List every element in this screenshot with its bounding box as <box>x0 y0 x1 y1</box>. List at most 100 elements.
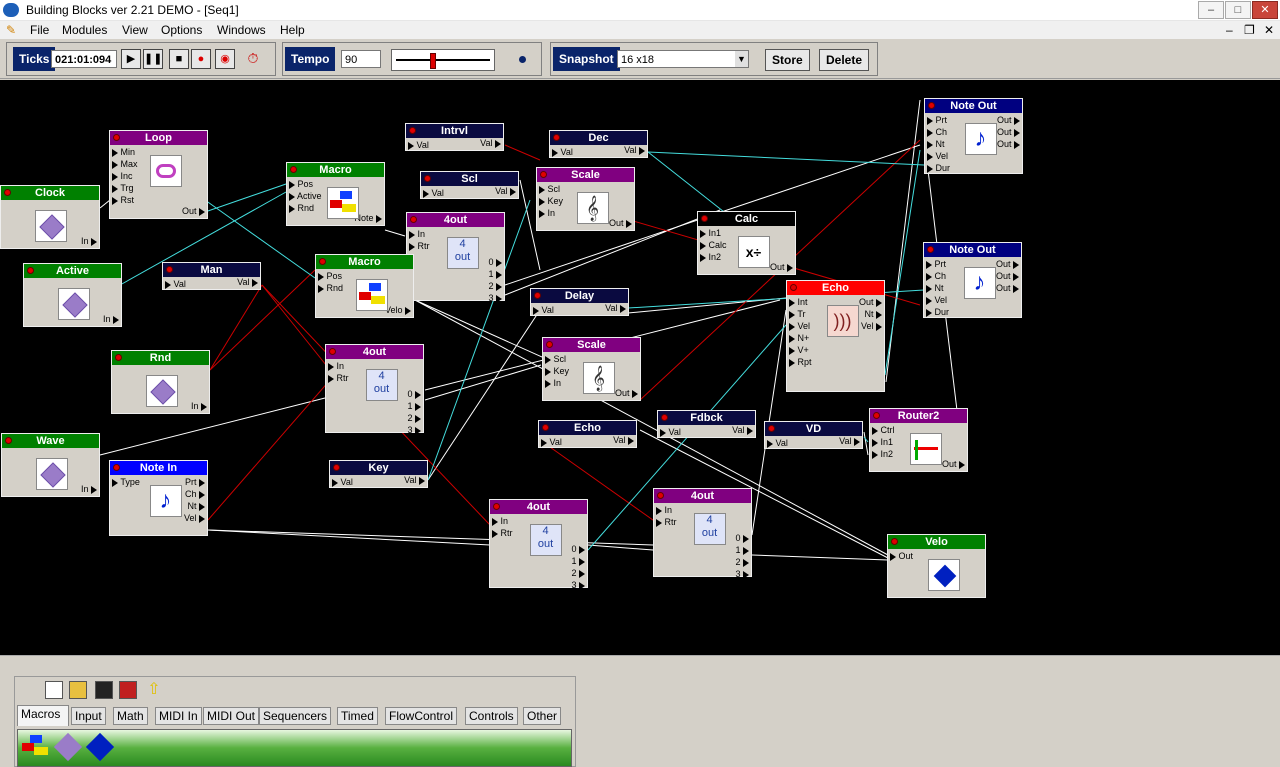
input-port[interactable]: Vel <box>789 321 810 331</box>
output-port[interactable]: 2 <box>407 413 421 423</box>
module-title[interactable]: Dec <box>550 131 647 145</box>
module-4out4[interactable]: 4out In Rtr 0 1 2 3 4 out <box>653 488 752 579</box>
status-led-icon[interactable] <box>701 215 708 222</box>
status-led-icon[interactable] <box>661 414 668 421</box>
tab-timed[interactable]: Timed <box>337 707 378 725</box>
input-port[interactable]: Val <box>408 140 429 150</box>
input-port[interactable]: Val <box>552 147 573 157</box>
input-port[interactable]: Prt <box>927 115 947 125</box>
input-port[interactable]: Tr <box>789 309 806 319</box>
status-led-icon[interactable] <box>409 127 416 134</box>
input-port[interactable]: Out <box>890 551 913 561</box>
input-port[interactable]: Rtr <box>656 517 677 527</box>
input-port[interactable]: Dur <box>927 163 950 173</box>
module-title[interactable]: Note Out <box>925 99 1022 113</box>
module-title[interactable]: Scl <box>421 172 518 186</box>
module-scale2[interactable]: Scale Scl Key In Out 𝄞 <box>542 337 641 401</box>
status-led-icon[interactable] <box>290 166 297 173</box>
input-port[interactable]: Pos <box>289 179 313 189</box>
output-port[interactable]: In <box>103 314 119 324</box>
module-title[interactable]: Active <box>24 264 121 278</box>
input-port[interactable]: Nt <box>927 139 945 149</box>
module-title[interactable]: Man <box>163 263 260 277</box>
module-noteout2[interactable]: Note Out Prt Ch Nt Vel Dur Out Out Out ♪ <box>923 242 1022 318</box>
module-scl[interactable]: Scl Val Val <box>420 171 519 199</box>
input-port[interactable]: Inc <box>112 171 133 181</box>
module-title[interactable]: 4out <box>407 213 504 227</box>
new-icon[interactable] <box>45 681 63 699</box>
input-port[interactable]: Dur <box>926 307 949 317</box>
input-port[interactable]: Key <box>545 366 569 376</box>
input-port[interactable]: Scl <box>539 184 560 194</box>
output-port[interactable]: Out <box>997 115 1020 125</box>
output-port[interactable]: Out <box>996 283 1019 293</box>
output-port[interactable]: 3 <box>571 580 585 590</box>
status-led-icon[interactable] <box>113 134 120 141</box>
input-port[interactable]: In <box>409 229 425 239</box>
module-title[interactable]: Loop <box>110 131 207 145</box>
output-port[interactable]: Val <box>613 435 634 445</box>
status-led-icon[interactable] <box>410 216 417 223</box>
output-port[interactable]: Out <box>996 259 1019 269</box>
module-title[interactable]: Wave <box>2 434 99 448</box>
output-port[interactable]: Note <box>354 213 382 223</box>
status-led-icon[interactable] <box>5 437 12 444</box>
tempo-slider-thumb[interactable] <box>430 53 436 69</box>
tab-macros[interactable]: Macros <box>17 705 69 726</box>
output-port[interactable]: Ch <box>185 489 205 499</box>
output-port[interactable]: Out <box>997 127 1020 137</box>
menu-file[interactable]: File <box>30 23 49 37</box>
output-port[interactable]: Vel <box>184 513 205 523</box>
output-port[interactable]: 2 <box>571 568 585 578</box>
output-port[interactable]: Nt <box>864 309 882 319</box>
module-router2[interactable]: Router2 Ctrl In1 In2 Out <box>869 408 968 472</box>
status-led-icon[interactable] <box>4 189 11 196</box>
input-port[interactable]: Vel <box>926 295 947 305</box>
input-port[interactable]: Key <box>539 196 563 206</box>
output-port[interactable]: 2 <box>488 281 502 291</box>
status-led-icon[interactable] <box>927 246 934 253</box>
module-wave[interactable]: Wave In <box>1 433 100 497</box>
input-port[interactable]: Active <box>289 191 322 201</box>
output-port[interactable]: Out <box>182 206 205 216</box>
module-4out1[interactable]: 4out In Rtr 0 1 2 3 4 out <box>406 212 505 303</box>
input-port[interactable]: Val <box>533 305 554 315</box>
module-title[interactable]: Fdbck <box>658 411 755 425</box>
input-port[interactable]: Val <box>423 188 444 198</box>
status-led-icon[interactable] <box>534 292 541 299</box>
child-minimize-button[interactable]: – <box>1226 23 1233 37</box>
output-port[interactable]: 1 <box>571 556 585 566</box>
module-title[interactable]: Note In <box>110 461 207 475</box>
module-noteout1[interactable]: Note Out Prt Ch Nt Vel Dur Out Out Out ♪ <box>924 98 1023 174</box>
input-port[interactable]: Rtr <box>409 241 430 251</box>
record-icon[interactable]: ● <box>191 49 211 69</box>
input-port[interactable]: N+ <box>789 333 809 343</box>
input-port[interactable]: Type <box>112 477 140 487</box>
tempo-slider[interactable] <box>391 49 495 71</box>
module-title[interactable]: Key <box>330 461 427 475</box>
output-port[interactable]: 2 <box>735 557 749 567</box>
input-port[interactable]: Prt <box>926 259 946 269</box>
store-button[interactable]: Store <box>765 49 810 71</box>
input-port[interactable]: In <box>492 516 508 526</box>
input-port[interactable]: In <box>539 208 555 218</box>
child-close-button[interactable]: ✕ <box>1264 23 1274 37</box>
output-port[interactable]: Prt <box>185 477 205 487</box>
input-port[interactable]: Ctrl <box>872 425 895 435</box>
input-port[interactable]: Calc <box>700 240 727 250</box>
metronome-icon[interactable]: ⏱ <box>243 49 263 69</box>
input-port[interactable]: Pos <box>318 271 342 281</box>
output-port[interactable]: 3 <box>735 569 749 579</box>
output-port[interactable]: 1 <box>735 545 749 555</box>
tab-math[interactable]: Math <box>113 707 148 725</box>
module-title[interactable]: Echo <box>539 421 636 435</box>
status-led-icon[interactable] <box>333 464 340 471</box>
input-port[interactable]: Vel <box>927 151 948 161</box>
input-port[interactable]: Ch <box>927 127 947 137</box>
output-port[interactable]: Val <box>404 475 425 485</box>
delete-button[interactable]: Delete <box>819 49 870 71</box>
module-title[interactable]: Calc <box>698 212 795 226</box>
module-title[interactable]: Rnd <box>112 351 209 365</box>
module-title[interactable]: 4out <box>490 500 587 514</box>
module-title[interactable]: Macro <box>287 163 384 177</box>
